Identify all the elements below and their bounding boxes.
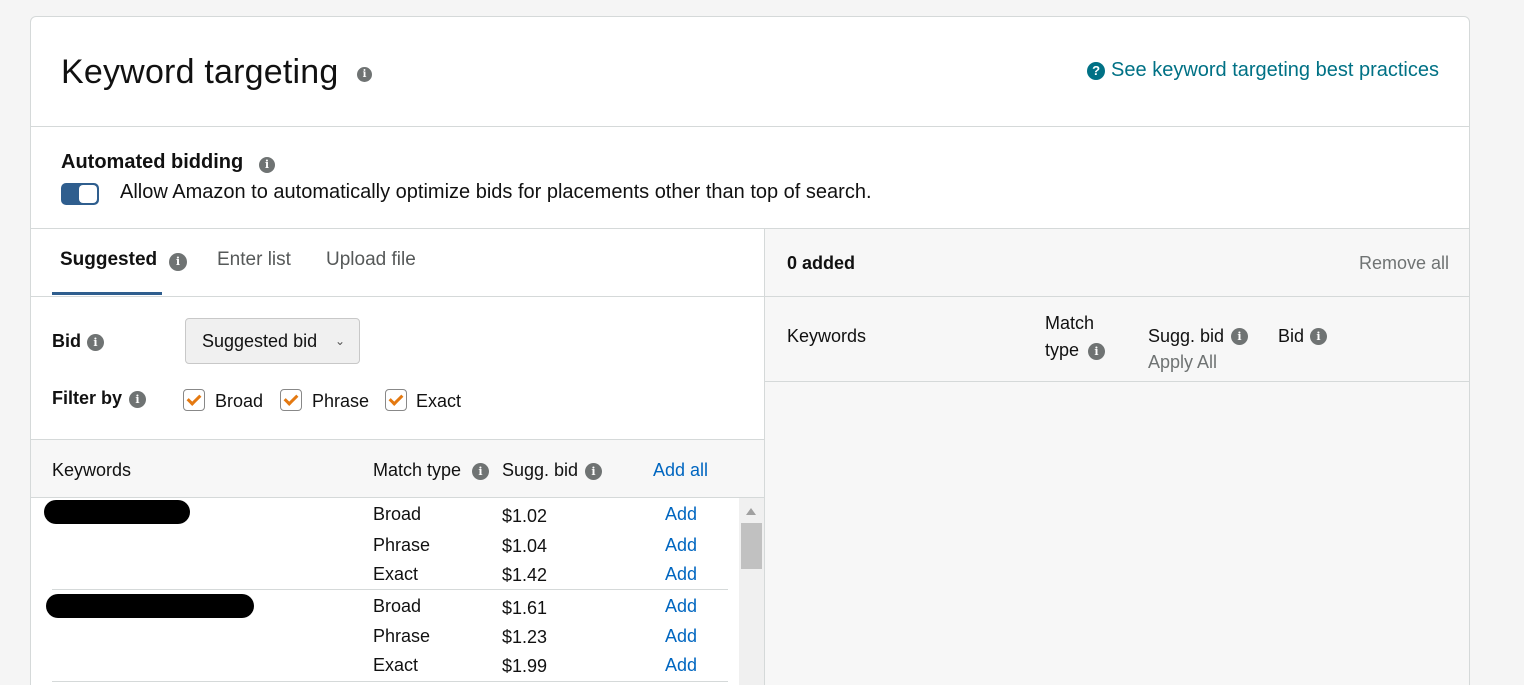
- checkbox-broad[interactable]: [183, 389, 205, 411]
- info-icon[interactable]: i: [129, 391, 146, 408]
- info-icon[interactable]: i: [1231, 328, 1248, 345]
- added-panel-header: 0 added Remove all: [765, 229, 1469, 297]
- sugg-bid-cell: $1.61: [502, 598, 548, 618]
- filter-by-label: Filter by: [52, 388, 123, 408]
- keyword-group: Broad $1.02 Add Phrase $1.04 Add Exact $…: [44, 498, 728, 590]
- automated-bidding-title: Automated bidding: [61, 151, 244, 173]
- keyword-group: Broad $1.61 Add Phrase $1.23 Add Exact $…: [46, 590, 728, 682]
- info-icon[interactable]: i: [585, 463, 602, 480]
- automated-bidding-section: Automated bidding i Allow Amazon to auto…: [31, 127, 1469, 229]
- remove-all-button[interactable]: Remove all: [1359, 253, 1449, 274]
- bid-dropdown[interactable]: Suggested bid ⌄: [185, 318, 360, 364]
- col-match-type-line1: Match: [1045, 313, 1095, 333]
- sugg-bid-cell: $1.02: [502, 506, 548, 526]
- redacted-keyword: [44, 500, 190, 524]
- check-icon: [186, 391, 202, 406]
- tab-enter-list[interactable]: Enter list: [217, 249, 291, 271]
- checkbox-exact-label[interactable]: Exact: [416, 391, 461, 412]
- col-sugg-bid: Sugg. bid: [1148, 326, 1225, 346]
- add-keyword-button[interactable]: Add: [665, 596, 697, 617]
- info-icon[interactable]: i: [357, 67, 372, 82]
- card-header: Keyword targeting i ? See keyword target…: [31, 17, 1469, 127]
- add-keyword-button[interactable]: Add: [665, 655, 697, 676]
- help-icon: ?: [1087, 61, 1106, 80]
- add-keyword-button[interactable]: Add: [665, 535, 697, 556]
- redacted-keyword: [46, 594, 254, 618]
- keyword-source-panel: Suggested i Enter list Upload file Bid i…: [31, 229, 764, 685]
- keywords-list: Broad $1.02 Add Phrase $1.04 Add Exact $…: [31, 498, 739, 685]
- scroll-up-icon[interactable]: [746, 508, 756, 515]
- toggle-knob: [79, 185, 97, 203]
- added-table-header: Keywords Match type i Sugg. bid i Apply …: [765, 297, 1469, 382]
- match-type-cell: Exact: [373, 655, 419, 675]
- col-match-type-line2: type: [1045, 340, 1080, 360]
- info-icon[interactable]: i: [169, 253, 187, 271]
- check-icon: [388, 391, 404, 406]
- tab-bar: Suggested i Enter list Upload file: [31, 229, 764, 297]
- checkbox-exact[interactable]: [385, 389, 407, 411]
- match-type-cell: Exact: [373, 564, 419, 584]
- add-all-link[interactable]: Add all: [653, 460, 708, 481]
- checkbox-phrase-label[interactable]: Phrase: [312, 391, 369, 412]
- match-type-cell: Broad: [373, 504, 422, 524]
- tab-upload-file[interactable]: Upload file: [326, 249, 416, 271]
- filter-section: Bid i Suggested bid ⌄ Filter by i Broad …: [31, 297, 764, 440]
- info-icon[interactable]: i: [472, 463, 489, 480]
- sugg-bid-cell: $1.23: [502, 627, 548, 647]
- best-practices-link[interactable]: ? See keyword targeting best practices: [1087, 59, 1439, 82]
- check-icon: [283, 391, 299, 406]
- apply-all-button[interactable]: Apply All: [1148, 349, 1217, 375]
- bid-dropdown-value: Suggested bid: [202, 331, 318, 351]
- col-keywords: Keywords: [787, 326, 867, 346]
- sugg-bid-cell: $1.42: [502, 565, 548, 585]
- add-keyword-button[interactable]: Add: [665, 504, 697, 525]
- best-practices-label: See keyword targeting best practices: [1111, 59, 1439, 81]
- automated-bidding-toggle[interactable]: [61, 183, 99, 205]
- bid-label: Bid: [52, 331, 81, 351]
- added-keywords-panel: 0 added Remove all Keywords Match type i…: [764, 229, 1469, 685]
- match-type-cell: Phrase: [373, 626, 431, 646]
- info-icon[interactable]: i: [87, 334, 104, 351]
- match-type-cell: Broad: [373, 596, 422, 616]
- match-type-cell: Phrase: [373, 535, 431, 555]
- info-icon[interactable]: i: [1310, 328, 1327, 345]
- keyword-targeting-card: Keyword targeting i ? See keyword target…: [30, 16, 1470, 685]
- checkbox-broad-label[interactable]: Broad: [215, 391, 263, 412]
- active-tab-indicator: [52, 292, 162, 295]
- keywords-scrollbar[interactable]: [739, 498, 764, 685]
- page-title: Keyword targeting: [61, 53, 339, 91]
- chevron-down-icon: ⌄: [334, 334, 345, 348]
- add-keyword-button[interactable]: Add: [665, 626, 697, 647]
- col-keywords: Keywords: [52, 460, 132, 480]
- keywords-table-header: Keywords Match type i Sugg. bid i Add al…: [31, 440, 764, 498]
- col-sugg-bid: Sugg. bid: [502, 460, 579, 480]
- sugg-bid-cell: $1.99: [502, 656, 548, 676]
- automated-bidding-description: Allow Amazon to automatically optimize b…: [120, 181, 872, 203]
- sugg-bid-cell: $1.04: [502, 536, 548, 556]
- info-icon[interactable]: i: [1088, 343, 1105, 360]
- info-icon[interactable]: i: [259, 157, 275, 173]
- scroll-thumb[interactable]: [741, 523, 762, 569]
- checkbox-phrase[interactable]: [280, 389, 302, 411]
- added-count: 0 added: [787, 253, 856, 273]
- col-match-type: Match type: [373, 460, 462, 480]
- col-bid: Bid: [1278, 326, 1305, 346]
- tab-suggested[interactable]: Suggested: [60, 249, 157, 271]
- add-keyword-button[interactable]: Add: [665, 564, 697, 585]
